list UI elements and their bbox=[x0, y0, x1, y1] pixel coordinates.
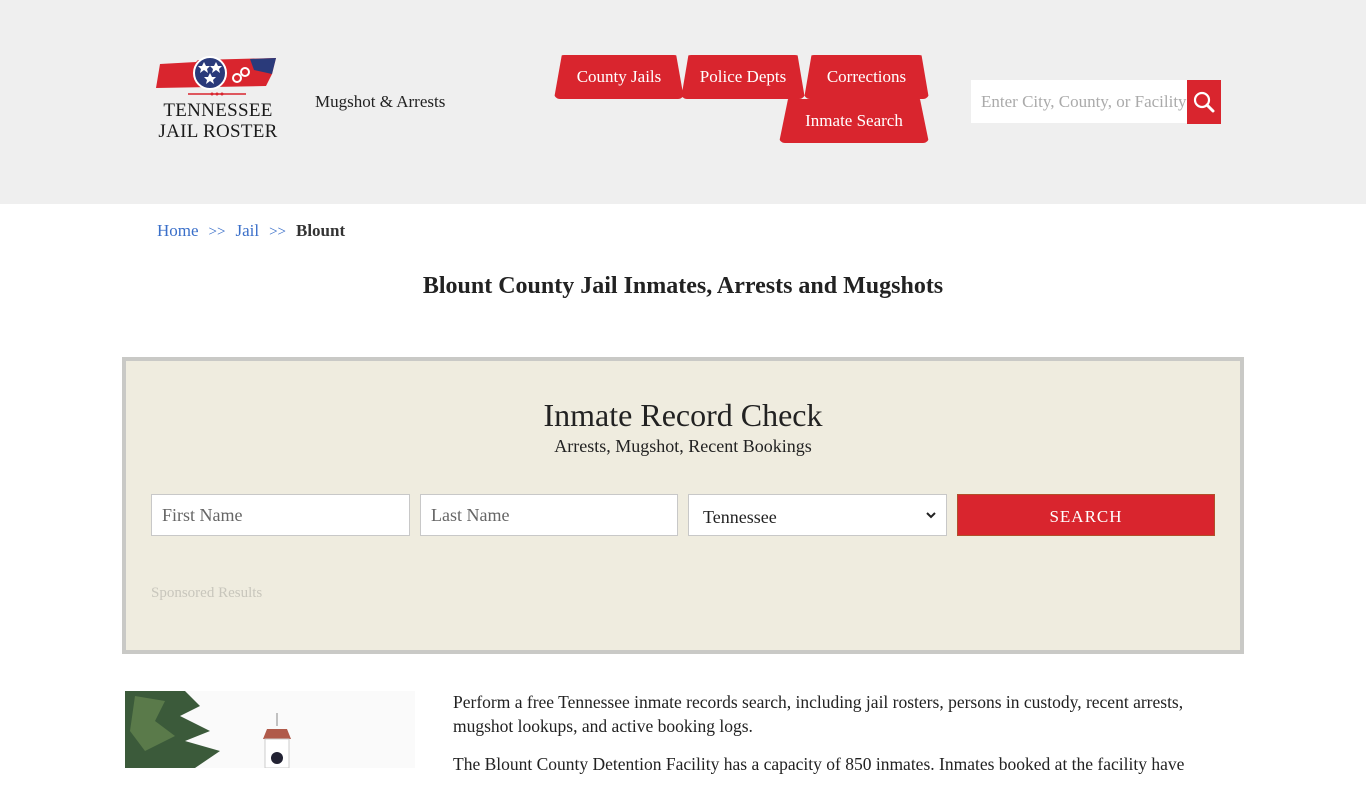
courthouse-image bbox=[125, 691, 415, 768]
logo-line-1: TENNESSEE bbox=[163, 100, 273, 121]
nav-county-jails[interactable]: County Jails bbox=[554, 55, 684, 99]
inmate-record-check-panel: Inmate Record Check Arrests, Mugshot, Re… bbox=[122, 357, 1244, 654]
panel-subtitle: Arrests, Mugshot, Recent Bookings bbox=[554, 436, 812, 456]
site-tagline: Mugshot & Arrests bbox=[315, 92, 446, 111]
chevron-down-icon bbox=[926, 512, 936, 519]
sponsored-results-label: Sponsored Results bbox=[151, 585, 263, 601]
record-search-button[interactable]: SEARCH bbox=[957, 494, 1215, 536]
breadcrumb-separator: >> bbox=[269, 224, 286, 240]
logo-line-2: JAIL ROSTER bbox=[158, 121, 278, 142]
logo-text: TENNESSEE JAIL ROSTER bbox=[154, 100, 282, 142]
intro-paragraph: Perform a free Tennessee inmate records … bbox=[453, 692, 1184, 736]
facility-search-button[interactable] bbox=[1187, 80, 1221, 124]
state-select-value: Tennessee bbox=[703, 506, 777, 527]
breadcrumb-separator: >> bbox=[208, 224, 226, 240]
intro-text: Perform a free Tennessee inmate records … bbox=[453, 690, 1223, 790]
tennessee-state-flag-map-icon bbox=[156, 56, 276, 96]
last-name-input[interactable] bbox=[420, 494, 678, 536]
breadcrumb: Home >> Jail >> Blount bbox=[157, 221, 345, 241]
breadcrumb-jail[interactable]: Jail bbox=[235, 221, 259, 240]
page-title: Blount County Jail Inmates, Arrests and … bbox=[422, 273, 944, 299]
courthouse-photo bbox=[125, 691, 415, 768]
nav-police-depts[interactable]: Police Depts bbox=[681, 55, 805, 99]
nav-inmate-search[interactable]: Inmate Search bbox=[779, 99, 929, 143]
search-icon bbox=[1193, 91, 1215, 113]
breadcrumb-home[interactable]: Home bbox=[157, 221, 199, 240]
site-header: TENNESSEE JAIL ROSTER Mugshot & Arrests … bbox=[0, 0, 1366, 204]
site-logo[interactable]: TENNESSEE JAIL ROSTER bbox=[154, 56, 282, 148]
facility-search-input[interactable] bbox=[971, 80, 1187, 123]
panel-title: Inmate Record Check bbox=[543, 397, 823, 433]
nav-corrections[interactable]: Corrections bbox=[804, 55, 929, 99]
first-name-input[interactable] bbox=[151, 494, 410, 536]
breadcrumb-current: Blount bbox=[296, 221, 346, 240]
state-select[interactable]: Tennessee bbox=[688, 494, 947, 536]
intro-paragraph: The Blount County Detention Facility has… bbox=[453, 754, 1185, 774]
